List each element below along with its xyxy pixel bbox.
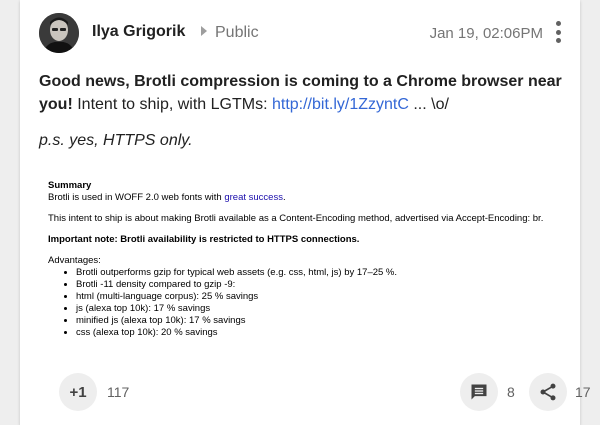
plus-one-count: 117 bbox=[107, 384, 130, 400]
advantages-list: Brotli outperforms gzip for typical web … bbox=[48, 267, 568, 339]
more-options-icon[interactable] bbox=[546, 19, 570, 45]
post-body: Good news, Brotli compression is coming … bbox=[39, 70, 564, 116]
comment-button[interactable] bbox=[460, 373, 498, 411]
avatar[interactable] bbox=[39, 13, 79, 53]
intent-text: This intent to ship is about making Brot… bbox=[48, 213, 544, 224]
summary-link: great success bbox=[224, 192, 283, 203]
avatar-photo-icon bbox=[39, 13, 79, 53]
post-header: Ilya Grigorik Public Jan 19, 02:06PM bbox=[39, 13, 564, 53]
visibility-arrow-icon bbox=[201, 26, 207, 36]
attachment-image: Summary Brotli is used in WOFF 2.0 web f… bbox=[48, 180, 568, 339]
list-item: js (alexa top 10k): 17 % savings bbox=[76, 303, 568, 315]
post-intro: Intent to ship, with LGTMs: bbox=[72, 96, 272, 113]
share-button[interactable] bbox=[529, 373, 567, 411]
list-item: Brotli -11 density compared to gzip -9: bbox=[76, 279, 568, 291]
list-item: Brotli outperforms gzip for typical web … bbox=[76, 267, 568, 279]
visibility-label[interactable]: Public bbox=[215, 24, 259, 42]
plus-one-button[interactable]: +1 bbox=[59, 373, 97, 411]
share-icon bbox=[540, 383, 556, 401]
summary-title: Summary bbox=[48, 180, 92, 191]
important-note: Important note: Brotli availability is r… bbox=[48, 234, 360, 245]
advantages-title: Advantages: bbox=[48, 255, 101, 266]
post-ps: p.s. yes, HTTPS only. bbox=[39, 132, 193, 149]
share-count: 17 bbox=[575, 384, 591, 400]
list-item: minified js (alexa top 10k): 17 % saving… bbox=[76, 315, 568, 327]
list-item: css (alexa top 10k): 20 % savings bbox=[76, 327, 568, 339]
author-name[interactable]: Ilya Grigorik bbox=[92, 23, 185, 41]
post-actions: +1 117 8 17 bbox=[40, 373, 591, 413]
post-card: Ilya Grigorik Public Jan 19, 02:06PM Goo… bbox=[20, 0, 591, 425]
list-item: html (multi-language corpus): 25 % savin… bbox=[76, 291, 568, 303]
post-timestamp[interactable]: Jan 19, 02:06PM bbox=[430, 25, 543, 42]
summary-text: Brotli is used in WOFF 2.0 web fonts wit… bbox=[48, 192, 286, 203]
post-suffix: ... \o/ bbox=[408, 96, 449, 113]
comment-icon bbox=[471, 384, 487, 400]
comment-count: 8 bbox=[507, 384, 515, 400]
post-link[interactable]: http://bit.ly/1ZzyntC bbox=[272, 96, 409, 113]
